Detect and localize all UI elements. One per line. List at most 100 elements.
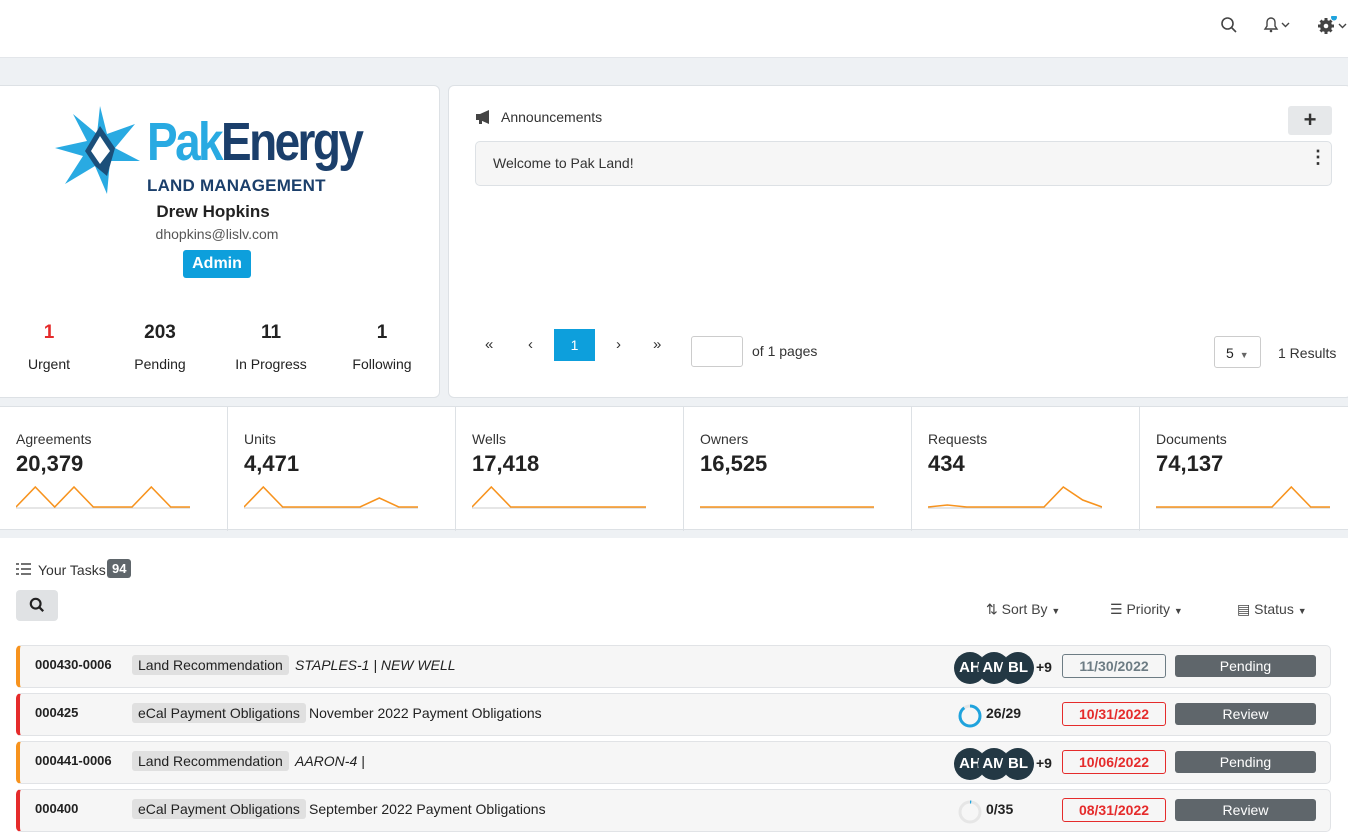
status-badge[interactable]: Pending: [1175, 655, 1316, 677]
stat-label: Urgent: [27, 356, 71, 372]
sparkline-line: [1156, 485, 1330, 508]
due-date: 10/31/2022: [1062, 702, 1166, 726]
profile-card: PakEnergy LAND MANAGEMENT Drew Hopkins d…: [0, 85, 440, 398]
page-size-select[interactable]: 5 ▼: [1214, 336, 1261, 368]
due-date: 08/31/2022: [1062, 798, 1166, 822]
progress-ring: [958, 704, 982, 728]
priority-label: Priority: [1126, 601, 1171, 617]
status-label: Status: [1254, 601, 1294, 617]
task-description: AARON-4 |: [295, 753, 365, 769]
first-page-button[interactable]: «: [485, 336, 493, 353]
search-tasks-button[interactable]: [16, 590, 58, 621]
due-date: 11/30/2022: [1062, 654, 1166, 678]
prev-page-button[interactable]: ‹: [528, 336, 533, 353]
star-logo-icon: [55, 106, 140, 194]
announcement-text: Welcome to Pak Land!: [493, 155, 634, 171]
stat-value: 203: [144, 322, 176, 343]
sparkline-chart: [700, 506, 874, 509]
search-icon: [29, 597, 45, 613]
assignee-avatars[interactable]: AH AM BL +9: [954, 652, 1064, 684]
task-id[interactable]: 000400: [35, 801, 78, 816]
sparkline-line: [472, 485, 646, 508]
stat-urgent[interactable]: 1 Urgent: [0, 322, 99, 372]
search-icon[interactable]: [1220, 16, 1238, 39]
sort-by-dropdown[interactable]: ⇅ Sort By ▼: [986, 601, 1060, 618]
sparkline-chart: [16, 485, 190, 509]
task-id[interactable]: 000441-0006: [35, 753, 112, 768]
task-list-icon: [16, 562, 32, 581]
sparkline-line: [244, 485, 418, 508]
caret-down-icon: ▼: [1239, 350, 1249, 360]
sparkline-line: [928, 485, 1102, 508]
more-assignees: +9: [1036, 659, 1052, 675]
page-count-text: of 1 pages: [752, 343, 818, 359]
page-1-button[interactable]: 1: [554, 329, 595, 361]
results-count: 1 Results: [1278, 345, 1337, 361]
metric-label: Units: [244, 431, 276, 447]
task-row[interactable]: 000400 eCal Payment Obligations Septembe…: [16, 789, 1331, 832]
status-dropdown[interactable]: ▤ Status ▼: [1237, 601, 1307, 618]
metric-requests[interactable]: Requests 434: [912, 407, 1140, 531]
role-badge-admin[interactable]: Admin: [183, 250, 251, 278]
pakenergy-logo: PakEnergy LAND MANAGEMENT: [55, 106, 375, 196]
announcements-title: Announcements: [501, 109, 603, 125]
status-badge[interactable]: Review: [1175, 799, 1316, 821]
metric-label: Documents: [1156, 431, 1227, 447]
more-options-icon[interactable]: ⋮: [1309, 148, 1327, 166]
task-row[interactable]: 000425 eCal Payment Obligations November…: [16, 693, 1331, 736]
task-category: Land Recommendation: [132, 751, 289, 771]
stat-in-progress[interactable]: 11 In Progress: [221, 322, 321, 372]
task-row[interactable]: 000430-0006 Land Recommendation STAPLES-…: [16, 645, 1331, 688]
metric-value: 4,471: [244, 451, 300, 476]
avatar: BL: [1002, 748, 1034, 780]
progress-text: 26/29: [986, 705, 1022, 721]
announcement-item[interactable]: Welcome to Pak Land! ⋮: [475, 141, 1332, 186]
priority-dropdown[interactable]: ☰ Priority ▼: [1110, 601, 1183, 618]
metric-value: 17,418: [472, 451, 540, 476]
task-id[interactable]: 000425: [35, 705, 78, 720]
next-page-button[interactable]: ›: [616, 336, 621, 353]
stat-label: Pending: [134, 356, 186, 372]
settings-gear-icon[interactable]: [1317, 14, 1348, 41]
status-badge[interactable]: Review: [1175, 703, 1316, 725]
stat-label: In Progress: [235, 356, 307, 372]
stat-label: Following: [352, 356, 412, 372]
caret-down-icon: ▼: [1173, 606, 1183, 616]
add-announcement-button[interactable]: +: [1288, 106, 1332, 135]
task-description: September 2022 Payment Obligations: [309, 801, 546, 817]
user-email: dhopkins@lislv.com: [155, 226, 279, 242]
status-badge[interactable]: Pending: [1175, 751, 1316, 773]
metric-value: 434: [928, 451, 965, 476]
sparkline-chart: [928, 485, 1102, 509]
sort-label: Sort By: [1001, 601, 1048, 617]
page-number-input[interactable]: [691, 336, 743, 367]
user-name: Drew Hopkins: [156, 202, 270, 221]
metric-value: 20,379: [16, 451, 84, 476]
task-category: eCal Payment Obligations: [132, 799, 306, 819]
metric-wells[interactable]: Wells 17,418: [456, 407, 684, 531]
task-row[interactable]: 000441-0006 Land Recommendation AARON-4 …: [16, 741, 1331, 784]
metric-label: Requests: [928, 431, 988, 447]
stat-pending[interactable]: 203 Pending: [110, 322, 210, 372]
progress-ring: [958, 800, 982, 824]
brand-energy: Energy: [221, 112, 364, 172]
stat-following[interactable]: 1 Following: [332, 322, 432, 372]
metric-value: 16,525: [700, 451, 768, 476]
metric-label: Wells: [472, 431, 506, 447]
megaphone-icon: [475, 109, 493, 130]
metrics-row: Agreements 20,379 Units 4,471 Wells 17,418 Own…: [0, 406, 1348, 531]
brand-pak: Pak: [147, 112, 224, 172]
metric-units[interactable]: Units 4,471: [228, 407, 456, 531]
assignee-avatars[interactable]: AH AM BL +9: [954, 748, 1064, 780]
notifications-bell-icon[interactable]: [1262, 16, 1292, 39]
metric-label: Owners: [700, 431, 749, 447]
sort-icon: ⇅: [986, 601, 1002, 617]
metric-agreements[interactable]: Agreements 20,379: [0, 407, 228, 531]
task-id[interactable]: 000430-0006: [35, 657, 112, 672]
last-page-button[interactable]: »: [653, 336, 661, 353]
brand-subtitle: LAND MANAGEMENT: [147, 176, 326, 195]
metric-documents[interactable]: Documents 74,137: [1140, 407, 1348, 531]
caret-down-icon: ▼: [1297, 606, 1307, 616]
metric-owners[interactable]: Owners 16,525: [684, 407, 912, 531]
stat-value: 11: [260, 322, 282, 343]
